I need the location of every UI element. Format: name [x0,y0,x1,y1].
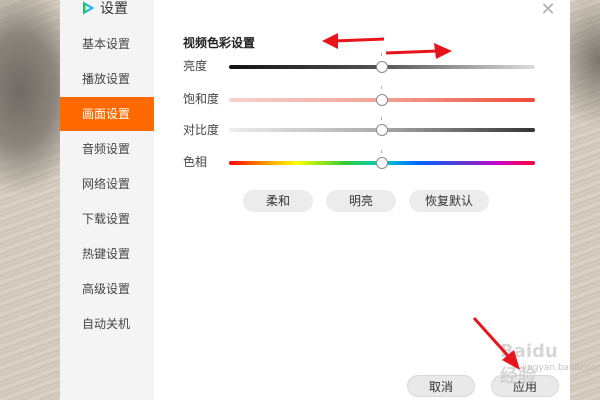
sidebar-item-basic[interactable]: 基本设置 [60,27,154,61]
app-title: 设置 [100,1,128,17]
sidebar-item-audio[interactable]: 音频设置 [60,132,154,166]
slider-center-tick [381,117,382,120]
slider-label-contrast: 对比度 [183,123,220,137]
slider-label-saturation: 饱和度 [183,92,220,106]
sidebar-item-hotkey[interactable]: 热键设置 [60,237,154,271]
hue-slider-thumb[interactable] [376,157,388,169]
sidebar-item-download[interactable]: 下载设置 [60,202,154,236]
saturation-slider-thumb[interactable] [376,94,388,106]
annotation-arrows [322,33,452,59]
slider-label-hue: 色相 [183,155,208,169]
settings-sidebar: 设置 基本设置 播放设置 画面设置 音频设置 网络设置 下载设置 热键设置 高级… [60,0,154,400]
preset-bright-button[interactable]: 明亮 [326,190,396,212]
restore-default-button[interactable]: 恢复默认 [409,190,489,212]
preset-soft-button[interactable]: 柔和 [243,190,313,212]
section-title: 视频色彩设置 [183,36,256,50]
sidebar-item-picture[interactable]: 画面设置 [60,97,154,131]
baidu-watermark-url: jingyan.baidu.com [522,363,600,373]
slider-center-tick [381,86,382,89]
sidebar-item-auto-shutdown[interactable]: 自动关机 [60,307,154,341]
left-arrow-icon [322,33,385,49]
cancel-button[interactable]: 取消 [407,375,475,397]
slider-label-brightness: 亮度 [183,59,208,73]
apply-arrow-icon [472,316,520,370]
tencent-video-logo-icon [83,1,95,15]
close-icon[interactable]: ✕ [538,0,558,20]
slider-center-tick [381,150,382,153]
app-header: 设置 [80,0,128,18]
contrast-slider-thumb[interactable] [376,124,388,136]
sidebar-item-network[interactable]: 网络设置 [60,167,154,201]
right-arrow-icon [385,43,452,59]
sidebar-item-playback[interactable]: 播放设置 [60,62,154,96]
sidebar-item-advanced[interactable]: 高级设置 [60,272,154,306]
